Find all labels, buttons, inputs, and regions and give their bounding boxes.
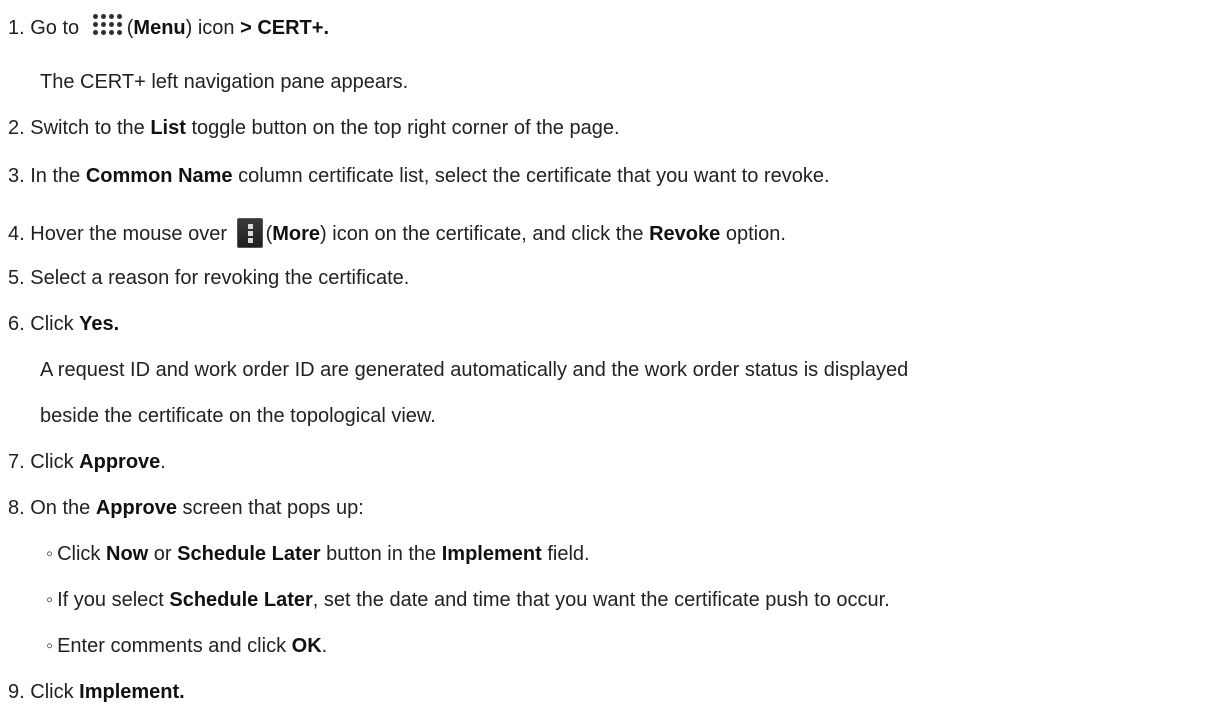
- step-8: 8. On the Approve screen that pops up:: [8, 497, 364, 519]
- cert-plus-label: > CERT+.: [240, 17, 330, 39]
- list-label: List: [150, 117, 186, 139]
- step-8-sub-1: ◦ Click Now or Schedule Later button in t…: [46, 543, 590, 565]
- schedule-later-label: Schedule Later: [177, 543, 321, 565]
- bullet: ◦: [46, 635, 54, 657]
- step-1-note: The CERT+ left navigation pane appears.: [40, 71, 409, 93]
- revoke-label: Revoke: [649, 223, 721, 245]
- step-8-sub-3: ◦ Enter comments and click OK.: [46, 635, 328, 657]
- step-3: 3. In the Common Name column certificate…: [8, 165, 830, 187]
- bullet: ◦: [46, 589, 54, 611]
- step-text: Go to: [30, 17, 80, 39]
- step-1: 1. Go to (Menu) icon > CERT+.: [8, 14, 329, 40]
- vertical-dots-icon: [236, 218, 263, 248]
- step-7: 7. Click Approve.: [8, 451, 166, 473]
- menu-label: Menu: [133, 17, 186, 39]
- schedule-later-label: Schedule Later: [169, 589, 313, 611]
- implement-label: Implement.: [79, 681, 185, 703]
- instruction-document: 1. Go to (Menu) icon > CERT+. The CERT+ …: [0, 0, 1205, 703]
- grid-dots-icon: [91, 14, 125, 38]
- approve-label: Approve: [79, 451, 161, 473]
- step-6-note-line-2: beside the certificate on the topologica…: [40, 405, 436, 427]
- approve-label: Approve: [95, 497, 177, 519]
- common-name-label: Common Name: [85, 165, 233, 187]
- bullet: ◦: [46, 543, 54, 565]
- step-5: 5. Select a reason for revoking the cert…: [8, 267, 410, 289]
- step-6-note-line-1: A request ID and work order ID are gener…: [40, 359, 909, 381]
- step-2: 2. Switch to the List toggle button on t…: [8, 117, 620, 139]
- yes-label: Yes.: [79, 313, 120, 335]
- step-6: 6. Click Yes.: [8, 313, 120, 335]
- step-number: 1.: [8, 17, 25, 39]
- more-label: More: [272, 223, 321, 245]
- implement-label: Implement: [441, 543, 542, 565]
- now-label: Now: [106, 543, 149, 565]
- step-9: 9. Click Implement.: [8, 681, 185, 703]
- step-4: 4. Hover the mouse over (More) icon on t…: [8, 218, 786, 248]
- step-8-sub-2: ◦ If you select Schedule Later, set the d…: [46, 589, 890, 611]
- ok-label: OK: [291, 635, 322, 657]
